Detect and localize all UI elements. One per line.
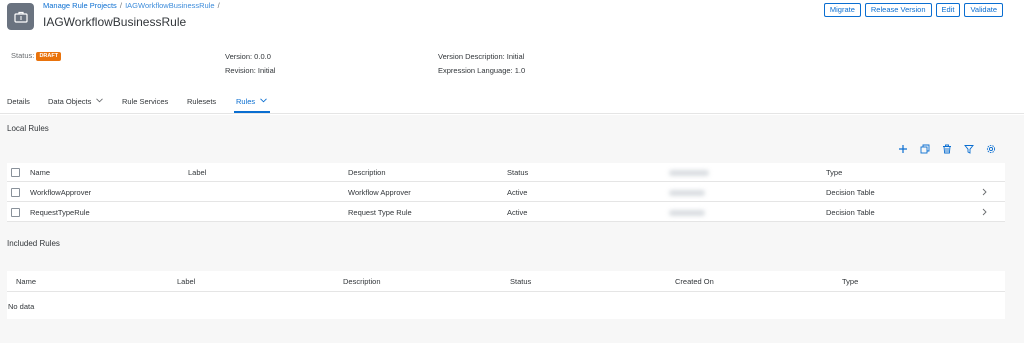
- included-rules-title: Included Rules: [7, 239, 60, 248]
- chevron-right-icon[interactable]: [982, 208, 987, 216]
- tab-data-objects[interactable]: Data Objects: [48, 97, 104, 106]
- table-header-row: Name Label Description Status Type: [7, 163, 1005, 182]
- rule-type: Decision Table: [826, 188, 875, 197]
- chevron-down-icon: [260, 98, 268, 103]
- included-rules-table: Name Label Description Status Created On…: [7, 271, 1005, 319]
- expression-language-attribute: Expression Language: 1.0: [438, 66, 526, 75]
- edit-button[interactable]: Edit: [935, 3, 961, 17]
- column-header-label: Label: [188, 168, 207, 177]
- rule-description: Workflow Approver: [348, 188, 411, 197]
- breadcrumb-separator: /: [217, 1, 220, 10]
- column-header-status: Status: [510, 277, 532, 286]
- table-row[interactable]: WorkflowApprover Workflow Approver Activ…: [7, 183, 1005, 202]
- briefcase-icon: [7, 3, 34, 30]
- no-data-row: No data: [7, 293, 1005, 319]
- rule-name: RequestTypeRule: [30, 208, 90, 217]
- status-attribute: Status: DRAFT: [11, 51, 62, 61]
- breadcrumb: Manage Rule Projects / IAGWorkflowBusine…: [43, 1, 221, 10]
- tab-rules-label: Rules: [236, 97, 256, 106]
- rule-name: WorkflowApprover: [30, 188, 92, 197]
- chevron-down-icon: [96, 98, 104, 103]
- tab-rulesets[interactable]: Rulesets: [187, 97, 216, 106]
- row-checkbox[interactable]: [11, 208, 20, 217]
- status-badge: DRAFT: [36, 52, 62, 61]
- no-data-text: No data: [8, 302, 35, 311]
- local-rules-title: Local Rules: [7, 124, 49, 133]
- version-description-attribute: Version Description: Initial: [438, 52, 525, 61]
- migrate-button[interactable]: Migrate: [823, 3, 861, 17]
- column-header-type: Type: [842, 277, 859, 286]
- copy-icon[interactable]: [919, 143, 930, 154]
- local-rules-table: Name Label Description Status Type Workf…: [7, 163, 1005, 222]
- add-icon[interactable]: [897, 143, 908, 154]
- release-version-button[interactable]: Release Version: [864, 3, 932, 17]
- delete-icon[interactable]: [941, 143, 952, 154]
- redacted-column-header: [669, 170, 709, 176]
- table-row[interactable]: RequestTypeRule Request Type Rule Active…: [7, 203, 1005, 222]
- local-rules-toolbar: [897, 143, 996, 154]
- page-title: IAGWorkflowBusinessRule: [43, 15, 187, 29]
- tab-rules[interactable]: Rules: [236, 97, 268, 106]
- row-checkbox[interactable]: [11, 188, 20, 197]
- status-label: Status:: [11, 51, 35, 60]
- table-header-row: Name Label Description Status Created On…: [7, 271, 1005, 292]
- tab-details[interactable]: Details: [7, 97, 30, 106]
- header-actions: Migrate Release Version Edit Validate: [823, 3, 1003, 17]
- object-page-header: Manage Rule Projects / IAGWorkflowBusine…: [0, 0, 1024, 85]
- filter-icon[interactable]: [963, 143, 974, 154]
- rule-status: Active: [507, 208, 528, 217]
- tab-rule-services[interactable]: Rule Services: [122, 97, 168, 106]
- breadcrumb-separator: /: [119, 1, 122, 10]
- rule-type: Decision Table: [826, 208, 875, 217]
- chevron-right-icon[interactable]: [982, 188, 987, 196]
- version-attribute: Version: 0.0.0: [225, 52, 271, 61]
- tab-data-objects-label: Data Objects: [48, 97, 92, 106]
- select-all-checkbox[interactable]: [11, 168, 20, 177]
- rule-status: Active: [507, 188, 528, 197]
- column-header-label: Label: [177, 277, 196, 286]
- column-header-description: Description: [343, 277, 381, 286]
- active-tab-indicator: [234, 111, 270, 113]
- breadcrumb-link-manage-rule-projects[interactable]: Manage Rule Projects: [43, 1, 117, 10]
- rule-description: Request Type Rule: [348, 208, 412, 217]
- column-header-name: Name: [16, 277, 37, 286]
- redacted-cell: [669, 210, 705, 216]
- revision-attribute: Revision: Initial: [225, 66, 276, 75]
- column-header-name: Name: [30, 168, 51, 177]
- validate-button[interactable]: Validate: [964, 3, 1003, 17]
- breadcrumb-link-project[interactable]: IAGWorkflowBusinessRule: [125, 1, 214, 10]
- column-header-created-on: Created On: [675, 277, 714, 286]
- column-header-status: Status: [507, 168, 529, 177]
- settings-icon[interactable]: [985, 143, 996, 154]
- redacted-cell: [669, 190, 705, 196]
- column-header-type: Type: [826, 168, 843, 177]
- column-header-description: Description: [348, 168, 386, 177]
- tab-bar: Details Data Objects Rule Services Rules…: [0, 94, 1024, 114]
